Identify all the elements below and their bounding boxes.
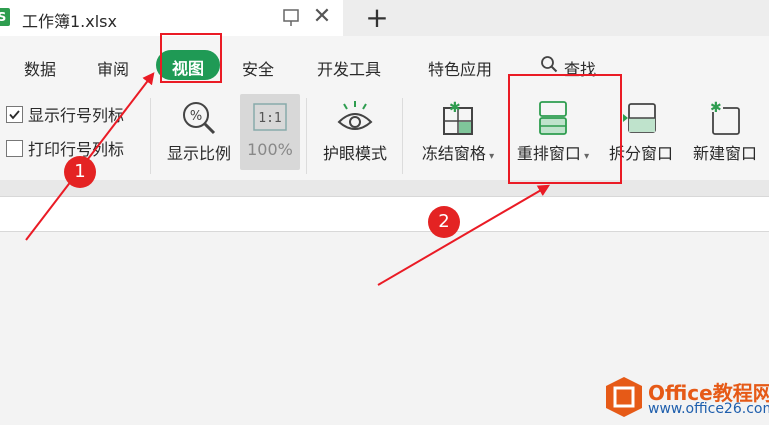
step-badge-2: 2 <box>428 206 460 238</box>
watermark-url: www.office26.com <box>648 401 769 417</box>
annotation-arrows <box>25 72 551 286</box>
step-badge-1: 1 <box>64 156 96 188</box>
office-logo-icon <box>606 377 642 417</box>
